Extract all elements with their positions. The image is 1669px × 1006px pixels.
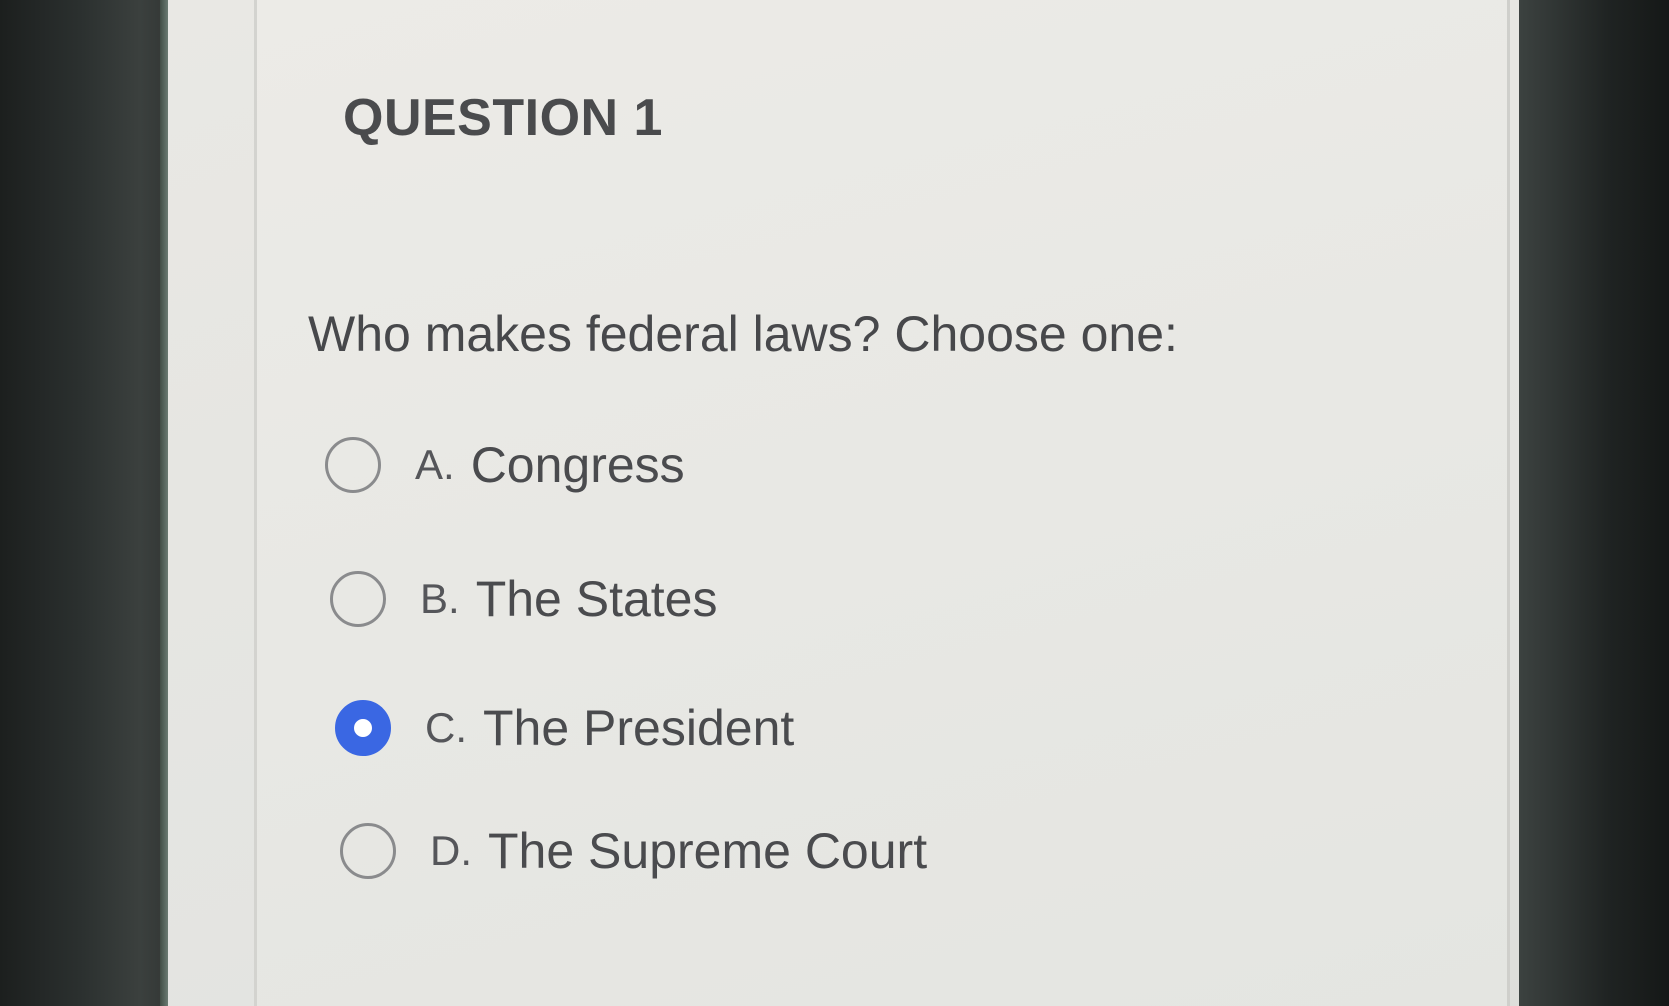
- question-title: QUESTION 1: [343, 89, 663, 147]
- answer-option-a[interactable]: A. Congress: [325, 436, 685, 494]
- option-label[interactable]: The States: [476, 570, 718, 628]
- answer-option-c[interactable]: C. The President: [335, 699, 794, 757]
- radio-checked-icon[interactable]: [335, 700, 391, 756]
- monitor-bezel-edge: [160, 0, 168, 1006]
- radio-unchecked-icon[interactable]: [340, 823, 396, 879]
- option-label[interactable]: The President: [483, 699, 794, 757]
- option-letter: A.: [415, 441, 455, 488]
- answer-option-d[interactable]: D. The Supreme Court: [340, 822, 927, 880]
- monitor-bezel-right: [1519, 0, 1669, 1006]
- option-letter: D.: [430, 827, 472, 874]
- radio-unchecked-icon[interactable]: [330, 571, 386, 627]
- question-prompt: Who makes federal laws? Choose one:: [308, 306, 1178, 362]
- radio-unchecked-icon[interactable]: [325, 437, 381, 493]
- answer-option-b[interactable]: B. The States: [330, 570, 717, 628]
- option-label[interactable]: Congress: [471, 436, 685, 494]
- option-label[interactable]: The Supreme Court: [488, 822, 927, 880]
- option-letter: C.: [425, 704, 467, 751]
- option-letter: B.: [420, 575, 460, 622]
